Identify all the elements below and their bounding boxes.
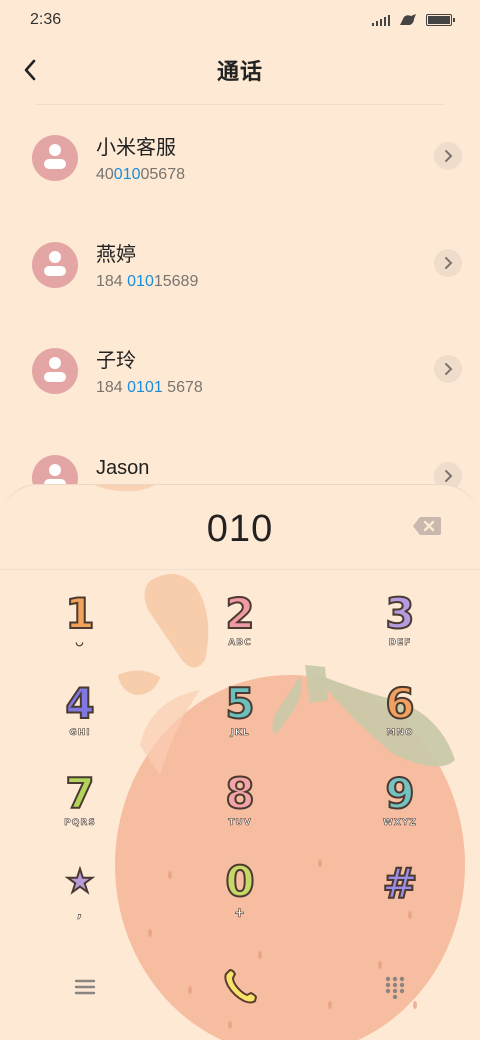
key-digit: 8 bbox=[224, 768, 255, 818]
contact-info: Jason bbox=[96, 455, 149, 481]
keypad-toggle-button[interactable] bbox=[365, 959, 425, 1015]
contact-detail-button[interactable] bbox=[434, 248, 462, 277]
key-letters: WXYZ bbox=[383, 817, 417, 828]
header: 通话 bbox=[0, 44, 480, 96]
contact-info: 燕婷 184 01015689 bbox=[96, 242, 198, 292]
header-divider bbox=[36, 104, 444, 105]
key-digit: 0 bbox=[224, 856, 255, 906]
delete-button[interactable] bbox=[412, 515, 442, 537]
key-7[interactable]: 7 PQRS bbox=[20, 757, 140, 843]
key-digit: 5 bbox=[224, 678, 255, 728]
contact-name: 小米客服 bbox=[96, 137, 176, 159]
key-9[interactable]: 9 WXYZ bbox=[340, 757, 460, 843]
key-digit: 3 bbox=[384, 588, 415, 638]
call-button[interactable] bbox=[210, 959, 270, 1015]
key-digit: 4 bbox=[64, 678, 95, 728]
key-letters: JKL bbox=[230, 727, 250, 738]
key-5[interactable]: 5 JKL bbox=[180, 667, 300, 753]
battery-icon bbox=[426, 14, 455, 26]
chevron-right-icon bbox=[445, 363, 453, 375]
contact-name: Jason bbox=[96, 456, 150, 479]
key-3[interactable]: 3 DEF bbox=[340, 577, 460, 663]
key-0[interactable]: 0 + bbox=[180, 847, 300, 933]
key-letters: TUV bbox=[228, 817, 252, 828]
key-letters: ◡ bbox=[76, 637, 84, 648]
contact-row[interactable]: 子玲 184 0101 5678 bbox=[0, 333, 480, 440]
bottom-bar bbox=[0, 959, 480, 1015]
notification-bell-icon bbox=[400, 14, 416, 25]
avatar bbox=[32, 135, 78, 181]
signal-icon bbox=[372, 14, 390, 26]
key-6[interactable]: 6 MNO bbox=[340, 667, 460, 753]
contact-row[interactable]: 燕婷 184 01015689 bbox=[0, 227, 480, 334]
contact-name: 燕婷 bbox=[96, 243, 136, 266]
key-hash[interactable]: # bbox=[340, 847, 460, 933]
chevron-right-icon bbox=[445, 469, 453, 482]
status-icons bbox=[372, 13, 455, 27]
key-digit: 7 bbox=[64, 768, 95, 818]
contact-list: 小米客服 4001005678 燕婷 184 01015689 子玲 184 0… bbox=[0, 120, 480, 546]
key-letters: + bbox=[234, 905, 246, 921]
contact-name: 子玲 bbox=[96, 350, 136, 372]
contact-number: 184 01015689 bbox=[96, 272, 199, 290]
key-letters: , bbox=[76, 905, 84, 922]
star-icon: ★ bbox=[65, 861, 96, 901]
avatar bbox=[32, 348, 78, 394]
menu-button[interactable] bbox=[55, 959, 115, 1015]
page-title: 通话 bbox=[216, 59, 263, 84]
key-digit: 6 bbox=[384, 678, 415, 728]
status-bar: 2:36 bbox=[0, 0, 480, 40]
key-digit: 9 bbox=[384, 768, 415, 818]
menu-icon bbox=[74, 979, 96, 995]
key-letters: PQRS bbox=[64, 817, 96, 828]
key-letters: ABC bbox=[228, 637, 252, 648]
avatar bbox=[32, 241, 78, 288]
keypad-icon bbox=[385, 976, 405, 999]
key-4[interactable]: 4 GHI bbox=[20, 667, 140, 753]
dialpad-panel: 010 1 ◡ 2 ABC 3 DEF 4 GHI 5 JKL 6 MNO 7 PQRS 8T… bbox=[0, 484, 480, 1040]
key-1[interactable]: 1 ◡ bbox=[20, 577, 140, 663]
key-2[interactable]: 2 ABC bbox=[180, 577, 300, 663]
contact-info: 子玲 184 0101 5678 bbox=[96, 348, 203, 398]
dial-input-display[interactable]: 010 bbox=[0, 503, 480, 555]
contact-row[interactable]: 小米客服 4001005678 bbox=[0, 120, 480, 227]
contact-detail-button[interactable] bbox=[434, 142, 462, 170]
key-letters: GHI bbox=[69, 727, 91, 738]
back-button[interactable] bbox=[14, 54, 46, 86]
contact-number: 4001005678 bbox=[96, 166, 185, 183]
contact-detail-button[interactable] bbox=[434, 355, 462, 383]
status-time: 2:36 bbox=[30, 11, 62, 28]
backspace-icon bbox=[413, 517, 441, 535]
key-digit: # bbox=[381, 858, 418, 908]
key-star[interactable]: ★, bbox=[20, 847, 140, 933]
back-arrow-icon bbox=[24, 59, 36, 81]
phone-icon bbox=[224, 969, 257, 1004]
input-divider bbox=[0, 569, 480, 570]
key-letters: MNO bbox=[386, 727, 414, 738]
chevron-right-icon bbox=[445, 150, 453, 162]
chevron-right-icon bbox=[445, 256, 453, 269]
contact-number: 184 0101 5678 bbox=[96, 379, 203, 396]
key-8[interactable]: 8 TUV bbox=[180, 757, 300, 843]
contact-info: 小米客服 4001005678 bbox=[96, 135, 185, 185]
key-letters: DEF bbox=[388, 637, 412, 648]
key-digit: 1 bbox=[64, 588, 95, 638]
key-digit: 2 bbox=[224, 588, 255, 638]
